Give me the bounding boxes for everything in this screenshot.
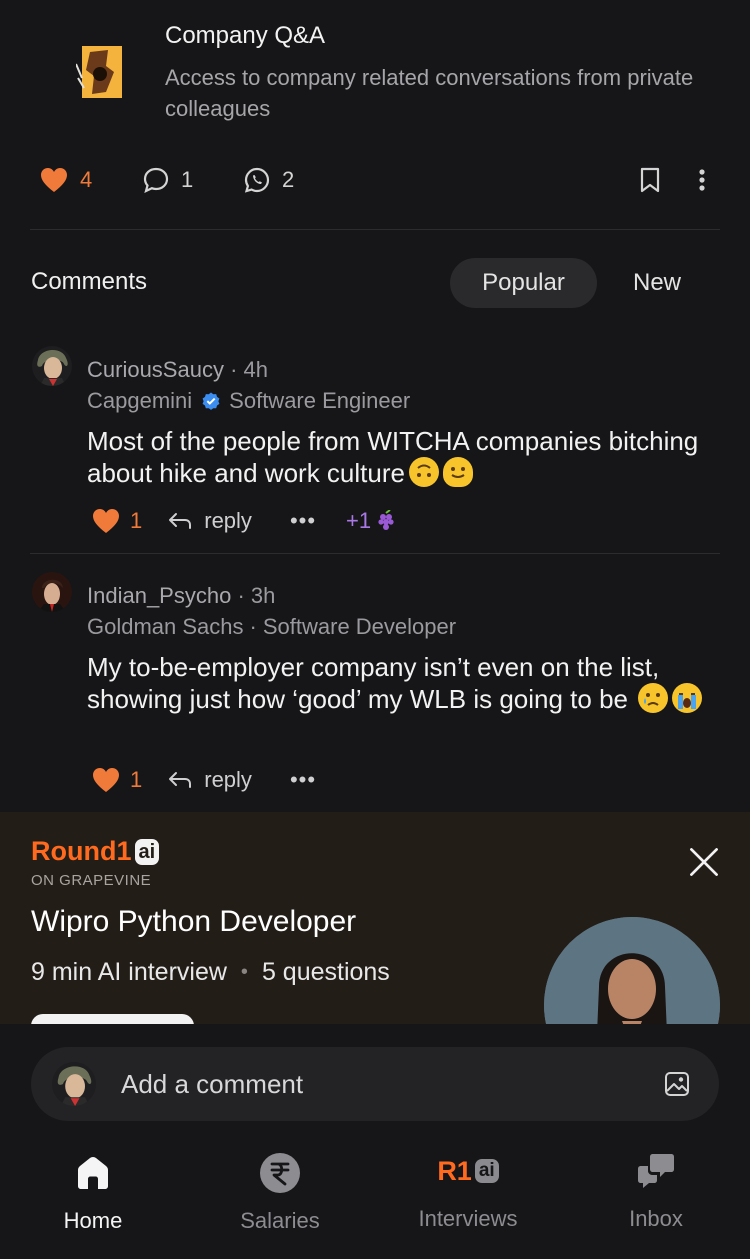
- r1-ai-badge: ai: [474, 1159, 499, 1183]
- grapes-icon: [378, 510, 394, 530]
- nav-salaries[interactable]: Salaries: [200, 1150, 360, 1234]
- loudly-crying-face-emoji-icon: [672, 683, 702, 713]
- comment-text: My to-be-employer company isn’t even on …: [87, 651, 717, 715]
- comment-count: 1: [181, 167, 194, 192]
- comment-body: Most of the people from WITCHA companies…: [87, 426, 699, 488]
- interviewer-photo: [544, 917, 720, 1024]
- whatsapp-icon: [244, 167, 270, 193]
- company-qa-logo: [75, 44, 124, 100]
- heart-icon[interactable]: [92, 767, 120, 793]
- reply-arrow-icon: [169, 772, 192, 788]
- comment-role: Software Developer: [262, 614, 457, 639]
- heart-icon: [41, 168, 67, 192]
- nav-inbox-label: Inbox: [629, 1206, 683, 1231]
- reply-button[interactable]: reply: [168, 767, 252, 793]
- sort-popular-tab[interactable]: Popular: [450, 258, 597, 308]
- nav-salaries-label: Salaries: [240, 1208, 320, 1233]
- round1-brand: Round1: [31, 836, 132, 866]
- comment-body: My to-be-employer company isn’t even on …: [87, 652, 660, 714]
- nav-home[interactable]: Home: [13, 1150, 173, 1234]
- nav-interviews[interactable]: R1 ai Interviews: [388, 1148, 548, 1232]
- home-icon: [78, 1156, 108, 1189]
- melting-face-emoji-icon: [442, 457, 473, 487]
- image-attach-icon[interactable]: [664, 1071, 690, 1097]
- rupee-icon: [260, 1153, 300, 1193]
- post-actions: 4 1 2: [0, 160, 750, 200]
- nav-inbox[interactable]: Inbox: [576, 1148, 736, 1232]
- comment-affiliation: Goldman Sachs · Software Developer: [87, 614, 456, 640]
- comment-actions: 1 reply •••: [92, 762, 316, 798]
- comment-role: Software Engineer: [229, 388, 411, 413]
- like-button[interactable]: 4: [40, 160, 92, 200]
- reaction-summary[interactable]: +1: [346, 508, 395, 534]
- more-vertical-icon: [699, 169, 705, 191]
- comment-meta: Indian_Psycho · 3h: [87, 583, 275, 609]
- post-title: Company Q&A: [165, 22, 326, 49]
- reply-button[interactable]: reply: [168, 508, 252, 534]
- r1-ai-logo: R1 ai: [437, 1155, 499, 1187]
- user-avatar: [52, 1062, 96, 1106]
- ad-title: Wipro Python Developer: [31, 905, 357, 938]
- round1-logo: Round1 ai: [31, 836, 160, 867]
- heart-icon[interactable]: [92, 508, 120, 534]
- reaction-count: +1: [346, 508, 372, 533]
- comment-more-icon[interactable]: •••: [290, 767, 316, 793]
- ad-questions: 5 questions: [261, 958, 390, 986]
- r1-logo-text: R1: [437, 1155, 472, 1186]
- ad-info: 9 min AI interview • 5 questions: [31, 958, 390, 987]
- nav-interviews-label: Interviews: [418, 1206, 518, 1231]
- share-count: 2: [282, 167, 295, 192]
- post-description: Access to company related conversations …: [165, 65, 694, 121]
- comment-username[interactable]: CuriousSaucy: [87, 357, 224, 382]
- reply-label: reply: [204, 508, 252, 533]
- comment-button[interactable]: 1: [143, 160, 193, 200]
- upside-down-face-emoji-icon: [408, 457, 439, 487]
- comment-meta: CuriousSaucy · 4h: [87, 357, 268, 383]
- bookmark-icon: [640, 167, 660, 193]
- comment-affiliation: Capgemini Software Engineer: [87, 388, 410, 414]
- comment-time: 3h: [250, 583, 276, 608]
- like-count: 4: [80, 167, 93, 192]
- meta-separator: ·: [249, 614, 257, 639]
- comment-text: Most of the people from WITCHA companies…: [87, 425, 717, 489]
- comment-actions: 1 reply ••• +1: [92, 503, 395, 539]
- ad-subtitle: ON GRAPEVINE: [31, 872, 152, 889]
- sad-tear-face-emoji-icon: [638, 683, 668, 713]
- dot-separator: •: [240, 961, 248, 983]
- ad-cta-button[interactable]: [31, 1014, 194, 1024]
- more-options-button[interactable]: [696, 160, 708, 200]
- post-header: Company Q&A Access to company related co…: [0, 0, 750, 140]
- meta-separator: ·: [237, 583, 245, 608]
- comment-like-count: 1: [130, 767, 143, 792]
- reply-arrow-icon: [169, 513, 192, 529]
- inbox-chat-icon: [638, 1154, 674, 1188]
- comment-like-count: 1: [130, 508, 143, 533]
- close-icon[interactable]: [688, 846, 720, 878]
- comment-username[interactable]: Indian_Psycho: [87, 583, 231, 608]
- comment-bubble-icon: [143, 167, 169, 193]
- comment-company: Goldman Sachs: [87, 614, 244, 639]
- meta-separator: ·: [230, 357, 238, 382]
- verified-badge-icon: [202, 392, 220, 410]
- sort-new-tab[interactable]: New: [616, 258, 698, 308]
- ai-badge: ai: [134, 838, 160, 865]
- nav-home-label: Home: [63, 1208, 123, 1233]
- avatar[interactable]: [32, 572, 72, 612]
- divider: [30, 229, 720, 230]
- avatar[interactable]: [32, 346, 72, 386]
- comment-time: 4h: [243, 357, 269, 382]
- comments-heading: Comments: [31, 268, 148, 295]
- ad-duration: 9 min AI interview: [31, 958, 227, 986]
- whatsapp-share-button[interactable]: 2: [244, 160, 294, 200]
- bookmark-button[interactable]: [639, 160, 661, 200]
- comment-input-placeholder[interactable]: Add a comment: [121, 1069, 303, 1100]
- divider: [30, 553, 720, 554]
- comment-company: Capgemini: [87, 388, 193, 413]
- reply-label: reply: [204, 767, 252, 792]
- comment-more-icon[interactable]: •••: [290, 508, 316, 534]
